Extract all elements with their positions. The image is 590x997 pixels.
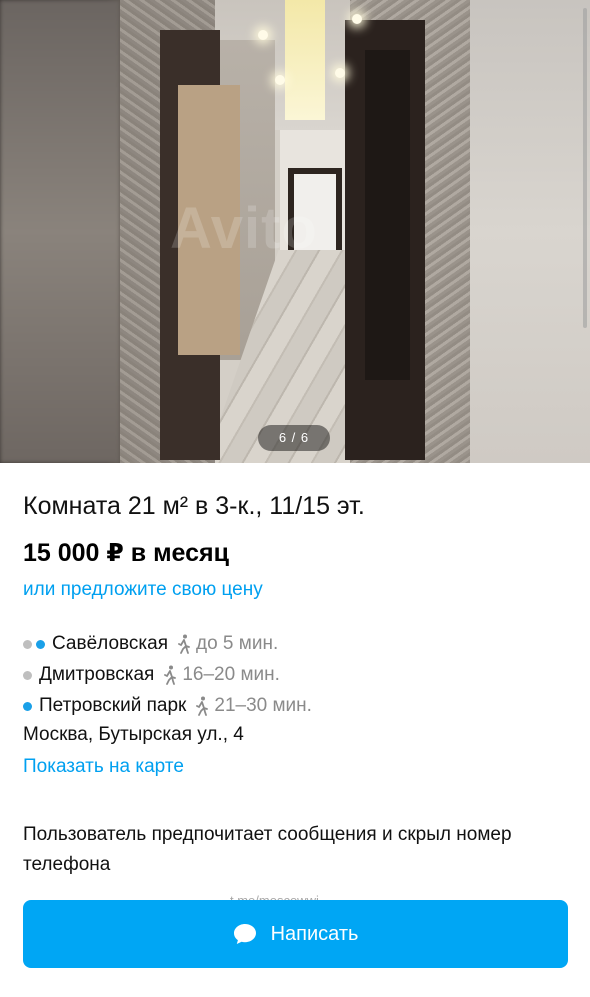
chat-bubble-icon — [233, 924, 256, 944]
metro-station-name: Петровский парк — [39, 695, 187, 716]
metro-station-row: Дмитровская 16–20 мин. — [23, 661, 280, 689]
gallery-blurred-right — [470, 0, 590, 463]
walk-time: до 5 мин. — [196, 633, 279, 654]
metro-line-dot — [23, 670, 32, 680]
metro-line-dot — [23, 701, 32, 711]
listing-price: 15 000 ₽ в месяц — [23, 539, 229, 567]
metro-line-dot — [36, 639, 45, 649]
photo-gallery[interactable]: Avito 6 / 6 — [0, 0, 590, 463]
listing-title: Комната 21 м² в 3-к., 11/15 эт. — [23, 492, 365, 520]
walking-icon — [164, 665, 177, 685]
listing-address: Москва, Бутырская ул., 4 — [23, 724, 244, 745]
walk-time: 16–20 мин. — [182, 664, 280, 685]
walk-time: 21–30 мин. — [214, 695, 312, 716]
metro-station-name: Савёловская — [52, 633, 168, 654]
offer-price-link[interactable]: или предложите свою цену — [23, 579, 263, 601]
metro-line-dot — [23, 639, 32, 649]
photo-counter: 6 / 6 — [258, 425, 330, 451]
gallery-blurred-left — [0, 0, 120, 463]
show-on-map-link[interactable]: Показать на карте — [23, 756, 184, 778]
gallery-scrollbar[interactable] — [583, 8, 587, 328]
walking-icon — [178, 634, 190, 654]
listing-photo[interactable]: Avito — [120, 0, 470, 463]
metro-station-row: Савёловская до 5 мин. — [23, 630, 278, 658]
write-button-label: Написать — [270, 922, 359, 945]
write-message-button[interactable]: Написать — [23, 900, 568, 968]
metro-station-name: Дмитровская — [39, 664, 155, 685]
walking-icon — [196, 696, 209, 716]
metro-station-row: Петровский парк 21–30 мин. — [23, 692, 312, 720]
contact-preference-note: Пользователь предпочитает сообщения и ск… — [23, 824, 512, 875]
avito-watermark: Avito — [170, 196, 318, 261]
